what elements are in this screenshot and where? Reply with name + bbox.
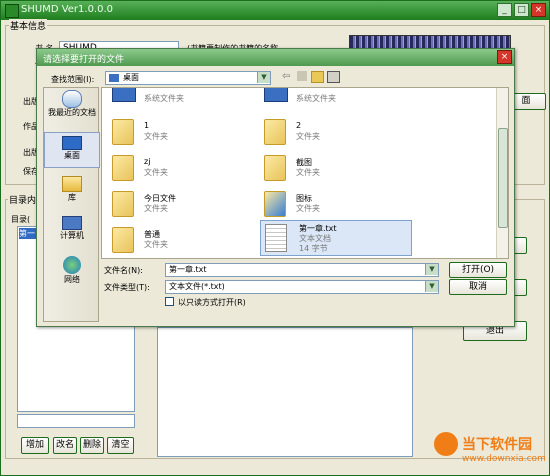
- back-icon[interactable]: ⇦: [282, 71, 290, 82]
- close-button[interactable]: ×: [531, 3, 546, 17]
- look-in-combo[interactable]: 桌面 ▼: [105, 71, 271, 85]
- place-computer[interactable]: 计算机: [44, 216, 100, 241]
- rename-button[interactable]: 改名: [53, 437, 77, 454]
- filename-label: 文件名(N):: [104, 266, 143, 275]
- add-button[interactable]: 增加: [21, 437, 49, 454]
- file-item[interactable]: 2 文件夹: [258, 116, 408, 152]
- file-type: 文件夹: [144, 204, 168, 213]
- filetype-value: 文本文件(*.txt): [169, 282, 225, 291]
- filename-value: 第一章.txt: [169, 265, 207, 274]
- window-title: SHUMD Ver1.0.0.0: [21, 4, 114, 15]
- place-library-label: 库: [68, 193, 76, 202]
- file-size: 14 字节: [299, 244, 328, 253]
- toc-list-label: 目录(: [11, 215, 31, 224]
- maximize-button[interactable]: □: [514, 3, 529, 17]
- desktop-small-icon: [109, 74, 119, 82]
- file-item[interactable]: 图标 文件夹: [258, 188, 408, 224]
- computer-icon: [62, 216, 82, 230]
- file-name: 1: [144, 121, 150, 130]
- file-item[interactable]: 今日文件 文件夹: [106, 188, 256, 224]
- dialog-close-button[interactable]: ×: [497, 50, 512, 64]
- file-item[interactable]: 1 文件夹: [106, 116, 256, 152]
- folder-icon: [264, 191, 286, 217]
- file-item[interactable]: 截图 文件夹: [258, 152, 408, 188]
- cover-image: [349, 35, 511, 49]
- system-folder-icon: [112, 88, 136, 102]
- filetype-combo[interactable]: 文本文件(*.txt) ▼: [165, 280, 439, 294]
- up-folder-icon[interactable]: [297, 71, 307, 81]
- open-button[interactable]: 打开(O): [449, 262, 507, 278]
- view-menu-icon[interactable]: [327, 71, 340, 83]
- file-item[interactable]: zj 文件夹: [106, 152, 256, 188]
- scrollbar-thumb[interactable]: [498, 128, 508, 228]
- filename-input[interactable]: 第一章.txt ▼: [165, 263, 439, 277]
- basic-info-label: 基本信息: [9, 19, 48, 32]
- file-type: 文件夹: [144, 132, 168, 141]
- watermark-logo: [434, 432, 458, 456]
- file-list-scrollbar[interactable]: [496, 88, 508, 258]
- place-desktop-label: 桌面: [64, 151, 80, 160]
- app-icon: [5, 4, 19, 18]
- recent-docs-icon: [62, 90, 82, 108]
- file-type: 文件夹: [296, 168, 320, 177]
- folder-icon: [112, 191, 134, 217]
- watermark-url: www.downxia.com: [462, 454, 546, 464]
- file-list[interactable]: 系统文件夹 系统文件夹 1 文件夹 2 文件夹 zj 文件夹 截图 文件夹 今日…: [101, 87, 509, 259]
- text-file-icon: [265, 224, 287, 252]
- folder-icon: [264, 119, 286, 145]
- places-bar: 我最近的文档 桌面 库 计算机 网络: [43, 87, 100, 322]
- open-file-dialog: 请选择要打开的文件 × 查找范围(I): 桌面 ▼ ⇦ 我最近的文档 桌面 库 …: [36, 48, 515, 327]
- file-name: zj: [144, 157, 151, 166]
- chevron-down-icon[interactable]: ▼: [425, 281, 438, 292]
- folder-icon: [264, 155, 286, 181]
- network-icon: [63, 256, 81, 274]
- place-recent-label: 我最近的文档: [48, 108, 96, 117]
- dialog-title: 请选择要打开的文件: [43, 55, 125, 65]
- delete-button[interactable]: 删除: [80, 437, 104, 454]
- file-type: 系统文件夹: [144, 94, 184, 103]
- chevron-down-icon[interactable]: ▼: [425, 264, 438, 275]
- chevron-down-icon[interactable]: ▼: [257, 72, 270, 83]
- dialog-title-bar[interactable]: 请选择要打开的文件 ×: [37, 49, 514, 66]
- system-folder-icon: [264, 88, 288, 102]
- place-computer-label: 计算机: [60, 231, 84, 240]
- folder-icon: [112, 227, 134, 253]
- file-type: 系统文件夹: [296, 94, 336, 103]
- file-item[interactable]: 系统文件夹: [106, 88, 256, 114]
- toc-name-input[interactable]: [17, 414, 135, 428]
- file-item[interactable]: 普通 文件夹: [106, 224, 256, 258]
- place-network[interactable]: 网络: [44, 256, 100, 285]
- file-type: 文件夹: [296, 204, 320, 213]
- minimize-button[interactable]: _: [497, 3, 512, 17]
- file-item[interactable]: 系统文件夹: [258, 88, 408, 114]
- place-desktop[interactable]: 桌面: [44, 132, 100, 168]
- cancel-button[interactable]: 取消: [449, 279, 507, 295]
- file-type: 文件夹: [144, 168, 168, 177]
- file-item-selected[interactable]: 第一章.txt 文本文档 14 字节: [260, 220, 412, 256]
- content-text-area[interactable]: [157, 327, 413, 457]
- place-library[interactable]: 库: [44, 176, 100, 203]
- folder-icon: [112, 119, 134, 145]
- file-type: 文件夹: [144, 240, 168, 249]
- place-recent[interactable]: 我最近的文档: [44, 90, 100, 117]
- file-type: 文件夹: [296, 132, 320, 141]
- folder-icon: [112, 155, 134, 181]
- desktop-icon: [62, 136, 82, 150]
- new-folder-icon[interactable]: [311, 71, 324, 83]
- clear-button[interactable]: 清空: [107, 437, 134, 454]
- readonly-label: 以只读方式打开(R): [178, 298, 246, 307]
- library-icon: [62, 176, 82, 192]
- watermark-brand: 当下软件园: [462, 437, 532, 453]
- watermark: 当下软件园 www.downxia.com: [432, 428, 550, 476]
- main-title-bar[interactable]: SHUMD Ver1.0.0.0 _ □ ×: [1, 1, 549, 20]
- readonly-checkbox[interactable]: [165, 297, 174, 306]
- filetype-label: 文件类型(T):: [104, 283, 150, 292]
- look-in-label: 查找范围(I):: [51, 75, 95, 84]
- place-network-label: 网络: [64, 275, 80, 284]
- file-name: 2: [296, 121, 302, 130]
